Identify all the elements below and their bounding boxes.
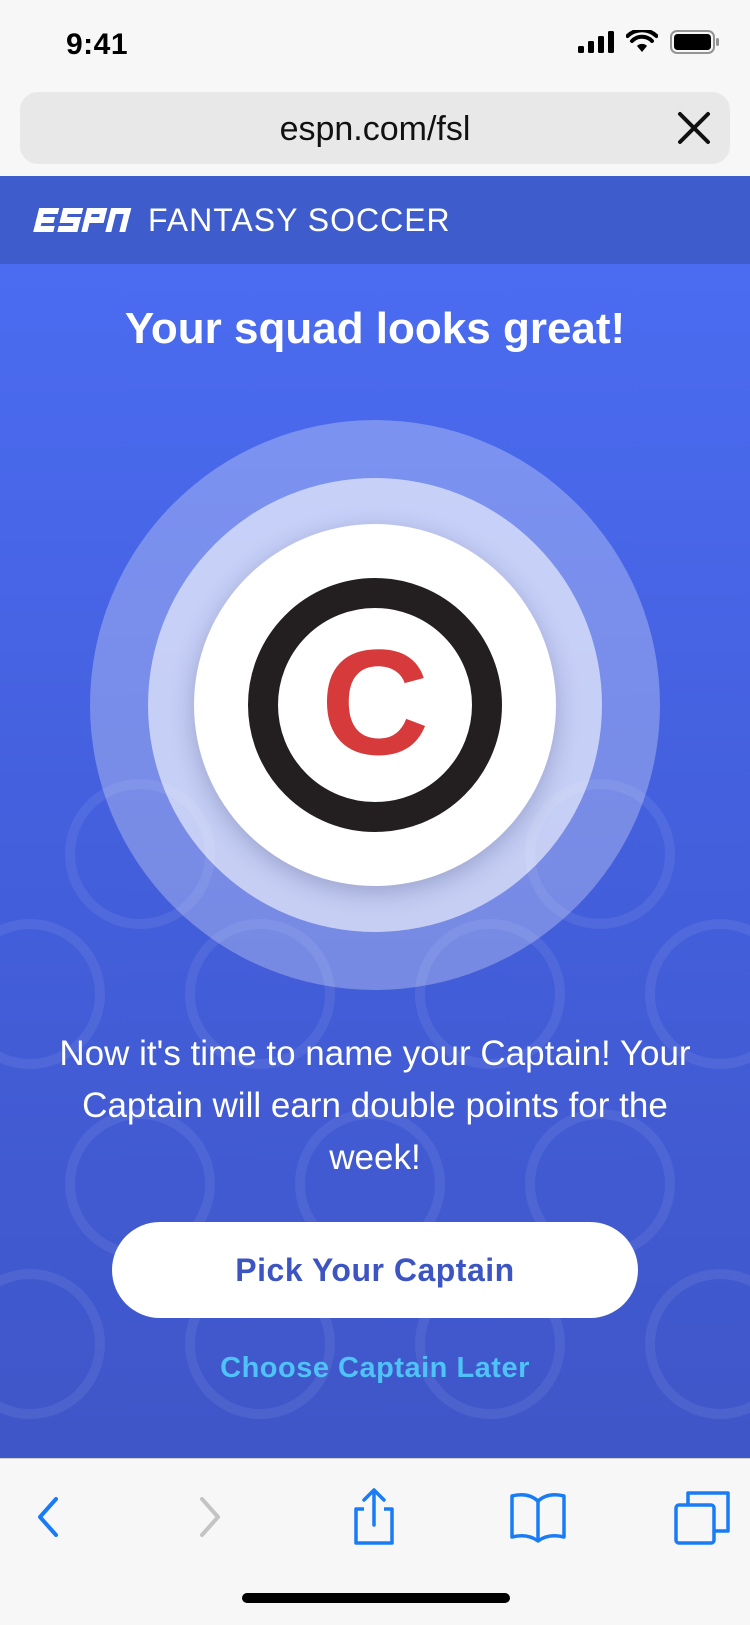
captain-badge-icon: C: [248, 578, 502, 832]
captain-prompt-panel: Your squad looks great! C Now it's time …: [0, 264, 750, 1458]
captain-badge-letter: C: [321, 618, 429, 786]
status-icons: [578, 30, 720, 54]
brand-title: FANTASY SOCCER: [148, 202, 451, 238]
share-icon[interactable]: [344, 1487, 404, 1547]
captain-instructions: Now it's time to name your Captain! Your…: [59, 1034, 691, 1177]
pick-captain-button[interactable]: Pick Your Captain: [112, 1222, 638, 1318]
bookmarks-icon[interactable]: [508, 1487, 568, 1547]
chevron-left-icon[interactable]: [18, 1487, 78, 1547]
url-bar[interactable]: espn.com/fsl: [20, 92, 730, 164]
wifi-icon: [626, 30, 658, 52]
status-time: 9:41: [66, 28, 129, 61]
page-title: Your squad looks great!: [124, 304, 626, 353]
home-indicator: [242, 1593, 510, 1603]
espn-logo: [33, 208, 132, 232]
brand-header: FANTASY SOCCER: [0, 176, 750, 264]
chevron-right-icon[interactable]: [180, 1487, 240, 1547]
signal-icon: [578, 31, 614, 53]
close-icon[interactable]: [676, 110, 712, 146]
choose-captain-later-link[interactable]: Choose Captain Later: [0, 1352, 750, 1385]
url-text[interactable]: espn.com/fsl: [20, 110, 730, 149]
status-bar: 9:41: [0, 0, 750, 92]
tabs-icon[interactable]: [672, 1487, 732, 1547]
battery-icon: [670, 30, 719, 54]
